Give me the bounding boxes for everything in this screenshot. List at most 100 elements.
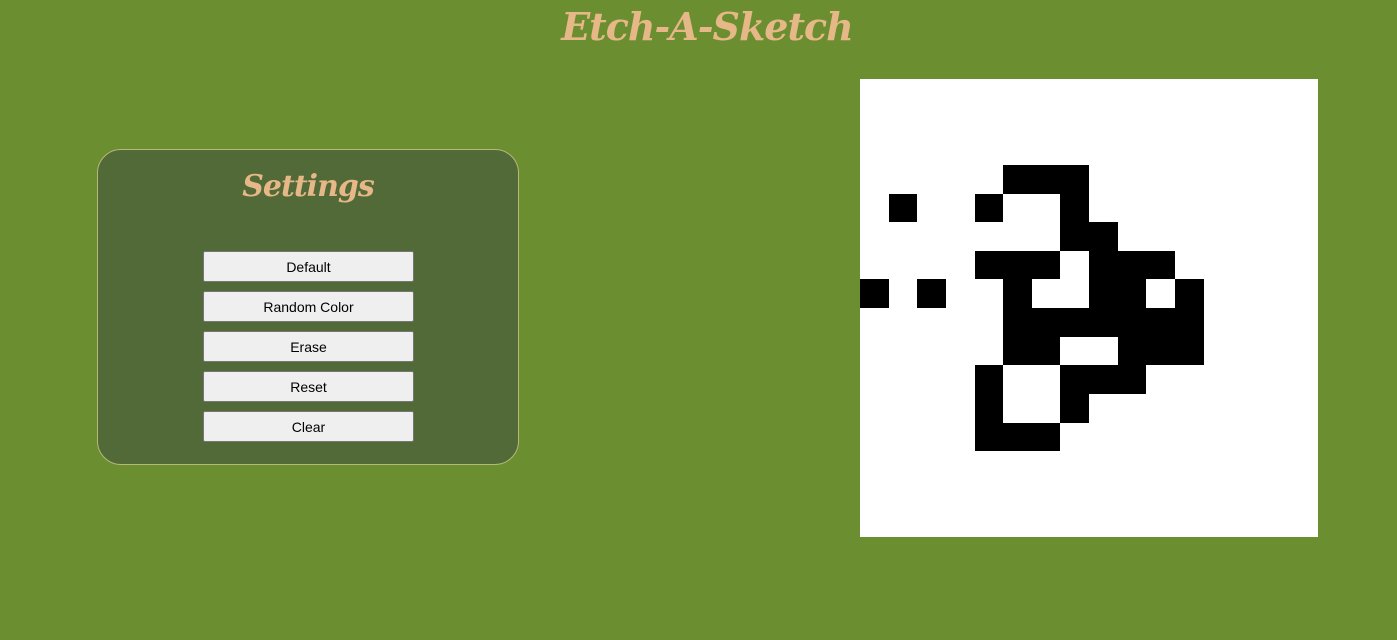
grid-cell[interactable] <box>1003 250 1032 280</box>
grid-cell[interactable] <box>1260 508 1290 537</box>
grid-cell[interactable] <box>917 164 946 194</box>
grid-cell[interactable] <box>917 136 946 165</box>
grid-cell[interactable] <box>1289 479 1318 509</box>
grid-cell[interactable] <box>1146 336 1175 366</box>
grid-cell[interactable] <box>945 222 975 251</box>
grid-cell[interactable] <box>1117 393 1147 423</box>
grid-cell[interactable] <box>888 393 918 423</box>
grid-cell[interactable] <box>1117 279 1147 308</box>
grid-cell[interactable] <box>1232 279 1261 308</box>
grid-cell[interactable] <box>974 279 1004 308</box>
grid-cell[interactable] <box>1089 479 1118 509</box>
grid-cell[interactable] <box>888 365 918 394</box>
grid-cell[interactable] <box>1117 136 1147 165</box>
grid-cell[interactable] <box>1117 107 1147 137</box>
grid-cell[interactable] <box>974 308 1004 337</box>
grid-cell[interactable] <box>1289 279 1318 308</box>
grid-cell[interactable] <box>1146 250 1175 280</box>
grid-cell[interactable] <box>945 107 975 137</box>
grid-cell[interactable] <box>860 336 889 366</box>
grid-cell[interactable] <box>1232 193 1261 223</box>
grid-cell[interactable] <box>888 336 918 366</box>
grid-cell[interactable] <box>1289 365 1318 394</box>
grid-cell[interactable] <box>1031 451 1061 480</box>
grid-cell[interactable] <box>974 222 1004 251</box>
grid-cell[interactable] <box>888 508 918 537</box>
grid-cell[interactable] <box>1174 279 1204 308</box>
grid-cell[interactable] <box>1003 365 1032 394</box>
grid-cell[interactable] <box>1289 107 1318 137</box>
grid-cell[interactable] <box>1003 508 1032 537</box>
grid-cell[interactable] <box>917 365 946 394</box>
grid-cell[interactable] <box>1174 107 1204 137</box>
grid-cell[interactable] <box>1031 279 1061 308</box>
grid-cell[interactable] <box>1289 164 1318 194</box>
grid-cell[interactable] <box>1003 79 1032 108</box>
grid-cell[interactable] <box>1117 365 1147 394</box>
grid-cell[interactable] <box>1203 107 1233 137</box>
grid-cell[interactable] <box>1089 279 1118 308</box>
grid-cell[interactable] <box>1232 308 1261 337</box>
grid-cell[interactable] <box>1060 508 1089 537</box>
grid-cell[interactable] <box>945 508 975 537</box>
grid-cell[interactable] <box>945 250 975 280</box>
grid-cell[interactable] <box>1232 164 1261 194</box>
grid-cell[interactable] <box>1089 422 1118 452</box>
grid-cell[interactable] <box>888 79 918 108</box>
grid-cell[interactable] <box>1146 308 1175 337</box>
grid-cell[interactable] <box>1203 279 1233 308</box>
grid-cell[interactable] <box>974 393 1004 423</box>
grid-cell[interactable] <box>860 308 889 337</box>
grid-cell[interactable] <box>1031 193 1061 223</box>
grid-cell[interactable] <box>974 422 1004 452</box>
grid-cell[interactable] <box>1289 422 1318 452</box>
grid-cell[interactable] <box>888 250 918 280</box>
grid-cell[interactable] <box>1289 393 1318 423</box>
grid-cell[interactable] <box>1031 479 1061 509</box>
grid-cell[interactable] <box>1089 136 1118 165</box>
grid-cell[interactable] <box>1174 308 1204 337</box>
grid-cell[interactable] <box>945 164 975 194</box>
grid-cell[interactable] <box>1232 479 1261 509</box>
grid-cell[interactable] <box>888 136 918 165</box>
grid-cell[interactable] <box>888 479 918 509</box>
grid-cell[interactable] <box>860 365 889 394</box>
grid-cell[interactable] <box>1260 136 1290 165</box>
grid-cell[interactable] <box>1003 164 1032 194</box>
grid-cell[interactable] <box>1117 451 1147 480</box>
grid-cell[interactable] <box>1117 222 1147 251</box>
grid-cell[interactable] <box>917 250 946 280</box>
clear-button[interactable]: Clear <box>203 411 414 442</box>
grid-cell[interactable] <box>1089 308 1118 337</box>
grid-cell[interactable] <box>1060 250 1089 280</box>
grid-cell[interactable] <box>1003 136 1032 165</box>
grid-cell[interactable] <box>1146 508 1175 537</box>
grid-cell[interactable] <box>1117 164 1147 194</box>
grid-cell[interactable] <box>945 365 975 394</box>
grid-cell[interactable] <box>1260 479 1290 509</box>
grid-cell[interactable] <box>888 279 918 308</box>
grid-cell[interactable] <box>1060 107 1089 137</box>
grid-cell[interactable] <box>1203 193 1233 223</box>
random-color-button[interactable]: Random Color <box>203 291 414 322</box>
grid-cell[interactable] <box>945 479 975 509</box>
grid-cell[interactable] <box>1031 508 1061 537</box>
grid-cell[interactable] <box>917 107 946 137</box>
grid-cell[interactable] <box>1060 279 1089 308</box>
grid-cell[interactable] <box>917 393 946 423</box>
grid-cell[interactable] <box>1260 279 1290 308</box>
sketch-grid[interactable] <box>860 79 1318 537</box>
grid-cell[interactable] <box>1117 479 1147 509</box>
grid-cell[interactable] <box>860 164 889 194</box>
grid-cell[interactable] <box>917 479 946 509</box>
grid-cell[interactable] <box>1203 479 1233 509</box>
grid-cell[interactable] <box>917 222 946 251</box>
grid-cell[interactable] <box>1031 308 1061 337</box>
grid-cell[interactable] <box>1003 193 1032 223</box>
grid-cell[interactable] <box>1174 365 1204 394</box>
grid-cell[interactable] <box>1260 393 1290 423</box>
grid-cell[interactable] <box>974 164 1004 194</box>
grid-cell[interactable] <box>1003 279 1032 308</box>
grid-cell[interactable] <box>860 79 889 108</box>
grid-cell[interactable] <box>860 393 889 423</box>
